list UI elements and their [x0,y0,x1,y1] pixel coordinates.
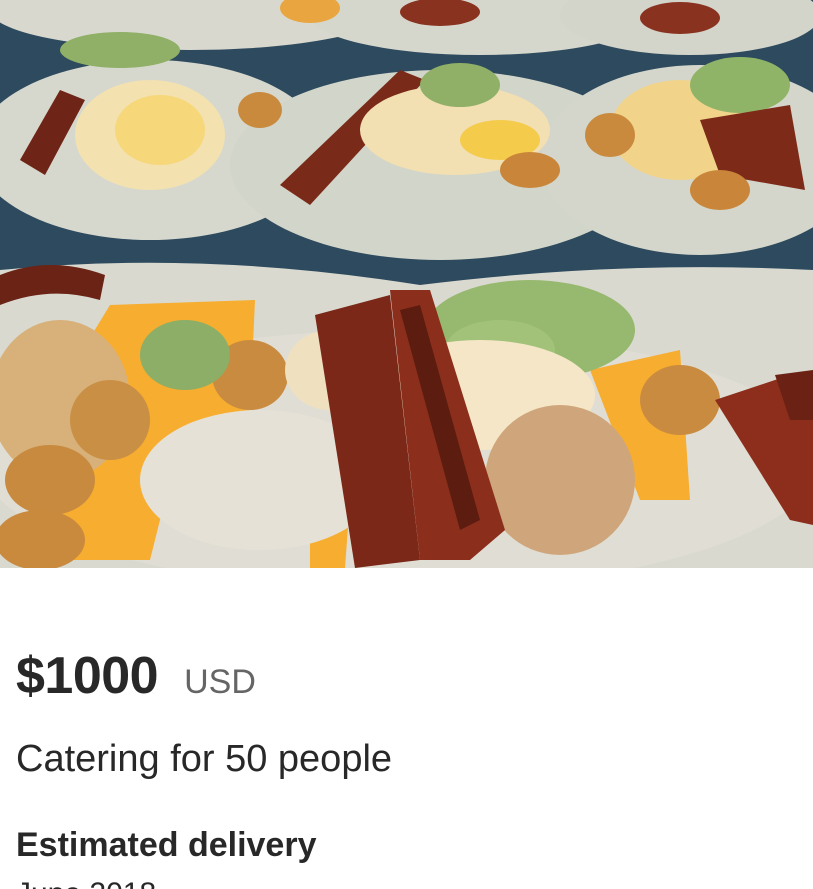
delivery-heading: Estimated delivery [16,826,317,864]
listing-title: Catering for 50 people [16,738,393,780]
hero-food-photo [0,0,813,568]
delivery-date: June 2018 [16,877,156,889]
price-amount: $1000 [16,647,159,705]
price-row: $1000 USD [16,646,256,706]
listing-page: $1000 USD Catering for 50 people Estimat… [0,0,813,889]
price-currency: USD [184,663,256,701]
